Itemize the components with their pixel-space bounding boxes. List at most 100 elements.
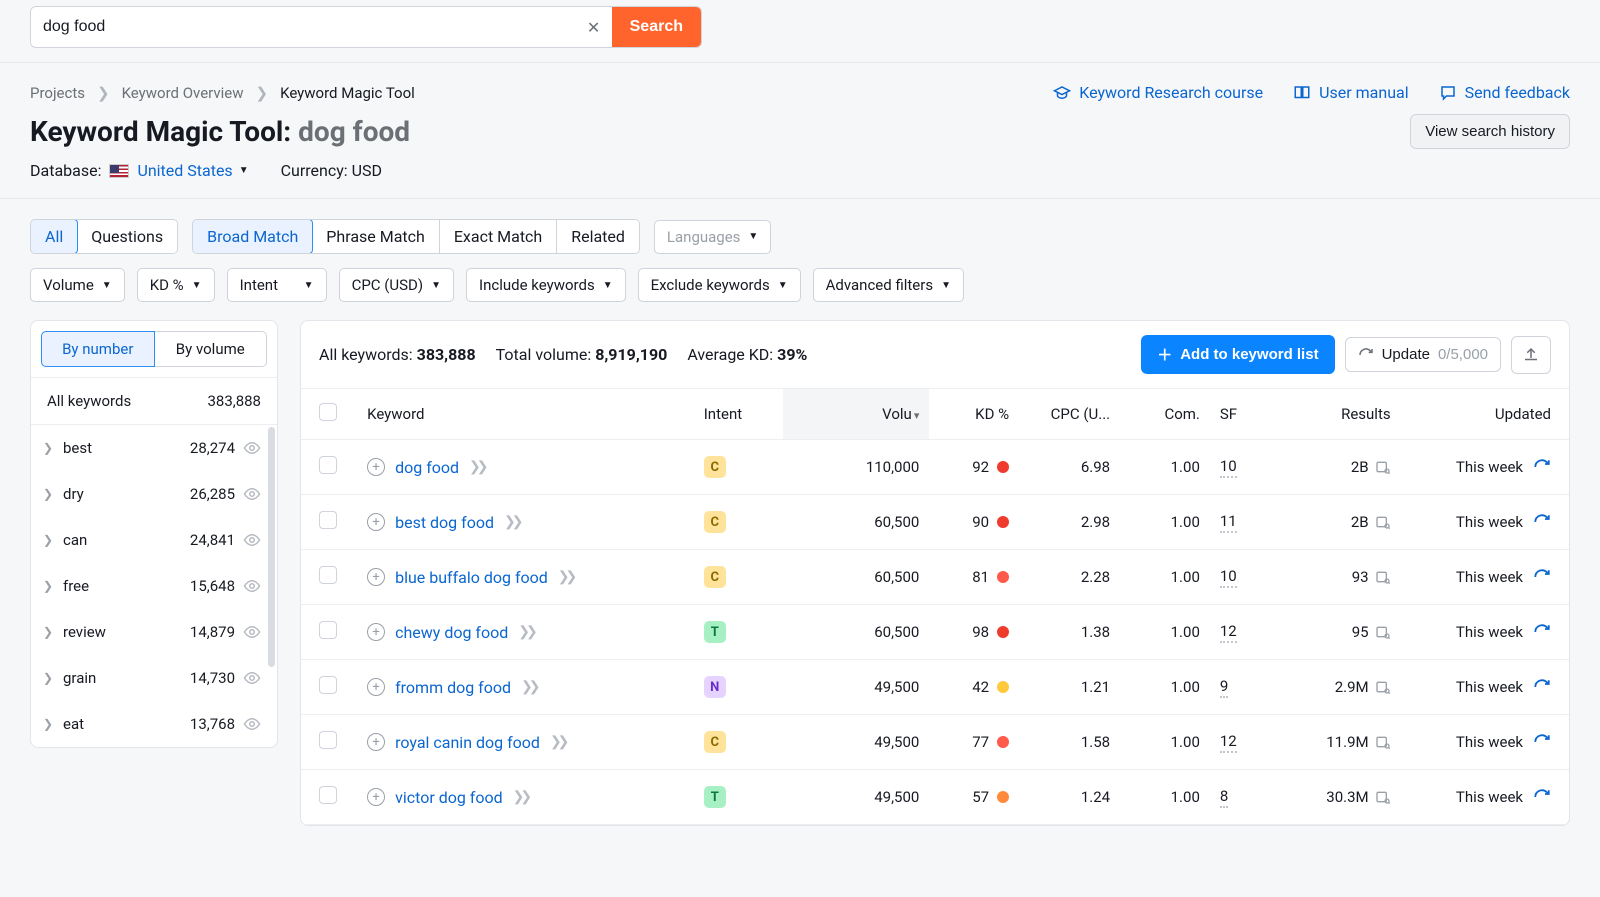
sidebar-item-best[interactable]: ❯ best 28,274 — [31, 425, 277, 471]
cpc-filter[interactable]: CPC (USD)▼ — [339, 268, 454, 302]
intent-filter[interactable]: Intent▼ — [227, 268, 327, 302]
update-button[interactable]: Update 0/5,000 — [1345, 337, 1501, 372]
expand-icon[interactable]: ❯❯ — [469, 459, 484, 475]
refresh-row-icon[interactable] — [1533, 623, 1551, 641]
sidebar-scrollbar[interactable] — [268, 427, 275, 667]
keyword-link[interactable]: fromm dog food — [395, 678, 511, 697]
serp-icon[interactable] — [1375, 624, 1391, 640]
expand-icon[interactable]: ❯❯ — [521, 679, 536, 695]
tab-questions[interactable]: Questions — [77, 220, 177, 253]
languages-dropdown[interactable]: Languages ▼ — [654, 220, 771, 254]
add-keyword-icon[interactable]: + — [367, 513, 385, 531]
row-checkbox[interactable] — [319, 456, 337, 474]
eye-icon[interactable] — [243, 439, 261, 457]
col-sf[interactable]: SF — [1210, 389, 1277, 440]
row-checkbox[interactable] — [319, 566, 337, 584]
eye-icon[interactable] — [243, 485, 261, 503]
select-all-checkbox[interactable] — [319, 403, 337, 421]
sidebar-item-grain[interactable]: ❯ grain 14,730 — [31, 655, 277, 701]
keyword-link[interactable]: victor dog food — [395, 788, 503, 807]
tab-by-volume[interactable]: By volume — [155, 331, 268, 367]
sf-value[interactable]: 12 — [1220, 732, 1237, 753]
keyword-link[interactable]: royal canin dog food — [395, 733, 540, 752]
refresh-row-icon[interactable] — [1533, 788, 1551, 806]
volume-filter[interactable]: Volume▼ — [30, 268, 125, 302]
advanced-filters[interactable]: Advanced filters▼ — [813, 268, 964, 302]
col-volume[interactable]: Volu▾ — [783, 389, 929, 440]
col-cpc[interactable]: CPC (U... — [1019, 389, 1120, 440]
sidebar-item-dry[interactable]: ❯ dry 26,285 — [31, 471, 277, 517]
keyword-link[interactable]: blue buffalo dog food — [395, 568, 548, 587]
sidebar-item-eat[interactable]: ❯ eat 13,768 — [31, 701, 277, 747]
refresh-row-icon[interactable] — [1533, 733, 1551, 751]
row-checkbox[interactable] — [319, 731, 337, 749]
tab-by-number[interactable]: By number — [41, 331, 155, 367]
serp-icon[interactable] — [1375, 789, 1391, 805]
keyword-research-course-link[interactable]: Keyword Research course — [1053, 83, 1263, 102]
col-com[interactable]: Com. — [1120, 389, 1210, 440]
kd-filter[interactable]: KD %▼ — [137, 268, 215, 302]
tab-exact-match[interactable]: Exact Match — [440, 220, 557, 253]
expand-icon[interactable]: ❯❯ — [558, 569, 573, 585]
sidebar-item-can[interactable]: ❯ can 24,841 — [31, 517, 277, 563]
clear-search-icon[interactable]: ✕ — [580, 13, 608, 41]
serp-icon[interactable] — [1375, 459, 1391, 475]
sidebar-all-keywords[interactable]: All keywords 383,888 — [31, 377, 277, 424]
sf-value[interactable]: 11 — [1220, 512, 1237, 533]
eye-icon[interactable] — [243, 669, 261, 687]
sidebar-item-review[interactable]: ❯ review 14,879 — [31, 609, 277, 655]
sf-value[interactable]: 10 — [1220, 567, 1237, 588]
eye-icon[interactable] — [243, 531, 261, 549]
expand-icon[interactable]: ❯❯ — [550, 734, 565, 750]
eye-icon[interactable] — [243, 577, 261, 595]
eye-icon[interactable] — [243, 715, 261, 733]
send-feedback-link[interactable]: Send feedback — [1439, 83, 1570, 102]
row-checkbox[interactable] — [319, 511, 337, 529]
refresh-row-icon[interactable] — [1533, 513, 1551, 531]
add-to-keyword-list-button[interactable]: ＋ Add to keyword list — [1141, 335, 1334, 374]
col-updated[interactable]: Updated — [1401, 389, 1569, 440]
serp-icon[interactable] — [1375, 679, 1391, 695]
serp-icon[interactable] — [1375, 734, 1391, 750]
country-dropdown[interactable]: United States ▼ — [137, 161, 248, 180]
breadcrumb-projects[interactable]: Projects — [30, 84, 85, 102]
eye-icon[interactable] — [243, 623, 261, 641]
sf-value[interactable]: 10 — [1220, 457, 1237, 478]
serp-icon[interactable] — [1375, 514, 1391, 530]
export-button[interactable] — [1511, 336, 1551, 374]
add-keyword-icon[interactable]: + — [367, 788, 385, 806]
add-keyword-icon[interactable]: + — [367, 733, 385, 751]
expand-icon[interactable]: ❯❯ — [513, 789, 528, 805]
exclude-keywords-filter[interactable]: Exclude keywords▼ — [638, 268, 801, 302]
sf-value[interactable]: 9 — [1220, 677, 1228, 698]
row-checkbox[interactable] — [319, 786, 337, 804]
add-keyword-icon[interactable]: + — [367, 678, 385, 696]
refresh-row-icon[interactable] — [1533, 678, 1551, 696]
search-input[interactable] — [31, 8, 580, 46]
expand-icon[interactable]: ❯❯ — [518, 624, 533, 640]
include-keywords-filter[interactable]: Include keywords▼ — [466, 268, 626, 302]
col-results[interactable]: Results — [1277, 389, 1400, 440]
user-manual-link[interactable]: User manual — [1293, 83, 1409, 102]
sf-value[interactable]: 8 — [1220, 787, 1228, 808]
sf-value[interactable]: 12 — [1220, 622, 1237, 643]
search-button[interactable]: Search — [612, 7, 701, 47]
add-keyword-icon[interactable]: + — [367, 568, 385, 586]
tab-broad-match[interactable]: Broad Match — [192, 219, 313, 254]
tab-all[interactable]: All — [30, 219, 78, 254]
add-keyword-icon[interactable]: + — [367, 458, 385, 476]
keyword-link[interactable]: dog food — [395, 458, 459, 477]
refresh-row-icon[interactable] — [1533, 458, 1551, 476]
serp-icon[interactable] — [1375, 569, 1391, 585]
keyword-link[interactable]: best dog food — [395, 513, 494, 532]
refresh-row-icon[interactable] — [1533, 568, 1551, 586]
view-search-history-button[interactable]: View search history — [1410, 114, 1570, 149]
sidebar-item-free[interactable]: ❯ free 15,648 — [31, 563, 277, 609]
add-keyword-icon[interactable]: + — [367, 623, 385, 641]
row-checkbox[interactable] — [319, 621, 337, 639]
tab-phrase-match[interactable]: Phrase Match — [312, 220, 440, 253]
breadcrumb-overview[interactable]: Keyword Overview — [122, 84, 244, 102]
col-intent[interactable]: Intent — [694, 389, 784, 440]
tab-related[interactable]: Related — [557, 220, 639, 253]
col-keyword[interactable]: Keyword — [357, 389, 694, 440]
